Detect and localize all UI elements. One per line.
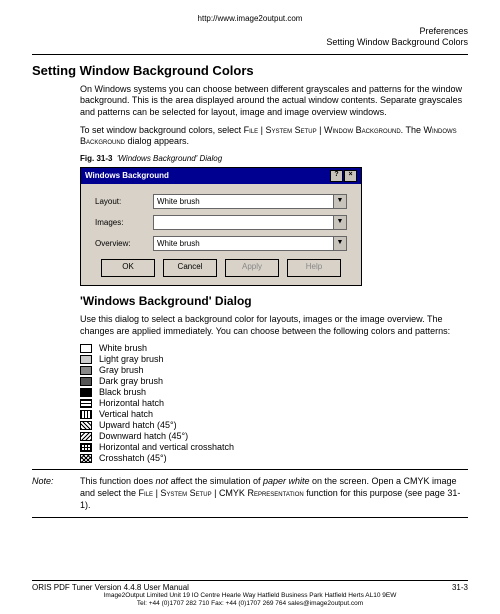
help-button[interactable]: Help [287, 259, 341, 277]
top-url: http://www.image2output.com [32, 14, 468, 23]
form-row-images: Images: ▼ [95, 215, 347, 230]
label-layout: Layout: [95, 197, 153, 206]
list-item: Horizontal and vertical crosshatch [80, 442, 468, 452]
chevron-down-icon[interactable]: ▼ [333, 216, 346, 229]
list-item: Downward hatch (45°) [80, 431, 468, 441]
dialog-heading: 'Windows Background' Dialog [80, 294, 468, 308]
swatch-icon [80, 410, 92, 419]
note-rule-top [32, 469, 468, 470]
intro-paragraph-2: To set window background colors, select … [80, 125, 468, 148]
swatch-icon [80, 344, 92, 353]
swatch-icon [80, 377, 92, 386]
combo-overview[interactable]: White brush ▼ [153, 236, 347, 251]
header-line-1: Preferences [32, 26, 468, 37]
section-heading: Setting Window Background Colors [32, 63, 468, 78]
header-rule [32, 54, 468, 55]
list-item: Crosshatch (45°) [80, 453, 468, 463]
help-titlebar-icon[interactable]: ? [330, 170, 343, 182]
note-text: This function does not affect the simula… [80, 476, 468, 511]
swatch-icon [80, 355, 92, 364]
titlebar-buttons: ? × [330, 170, 357, 182]
list-item: Light gray brush [80, 354, 468, 364]
footer-contact: Tel: +44 (0)1707 282 710 Fax: +44 (0)170… [32, 600, 468, 608]
swatch-icon [80, 443, 92, 452]
chevron-down-icon[interactable]: ▼ [333, 195, 346, 208]
swatch-list: White brush Light gray brush Gray brush … [80, 343, 468, 463]
footer-title: ORIS PDF Tuner Version 4.4.8 User Manual [32, 583, 189, 592]
note-label: Note: [32, 476, 80, 511]
cancel-button[interactable]: Cancel [163, 259, 217, 277]
document-page: http://www.image2output.com Preferences … [0, 0, 500, 614]
swatch-icon [80, 432, 92, 441]
combo-images[interactable]: ▼ [153, 215, 347, 230]
list-item: Black brush [80, 387, 468, 397]
note-block: Note: This function does not affect the … [32, 476, 468, 511]
note-rule-bottom [32, 517, 468, 518]
list-item: Upward hatch (45°) [80, 420, 468, 430]
dialog-button-row: OK Cancel Apply Help [95, 259, 347, 277]
windows-background-dialog: Windows Background ? × Layout: White bru… [80, 167, 362, 286]
figure-caption: Fig. 31-3 'Windows Background' Dialog [80, 154, 468, 163]
ok-button[interactable]: OK [101, 259, 155, 277]
list-item: Dark gray brush [80, 376, 468, 386]
page-footer: ORIS PDF Tuner Version 4.4.8 User Manual… [32, 580, 468, 608]
label-images: Images: [95, 218, 153, 227]
swatch-icon [80, 388, 92, 397]
list-item: Horizontal hatch [80, 398, 468, 408]
footer-address: Image2Output Limited Unit 19 IO Centre H… [32, 592, 468, 600]
chevron-down-icon[interactable]: ▼ [333, 237, 346, 250]
dialog-titlebar: Windows Background ? × [81, 168, 361, 184]
form-row-overview: Overview: White brush ▼ [95, 236, 347, 251]
dialog-description: Use this dialog to select a background c… [80, 314, 468, 337]
intro-paragraph-1: On Windows systems you can choose betwee… [80, 84, 468, 119]
dialog-body: Layout: White brush ▼ Images: ▼ Overview… [81, 184, 361, 285]
dialog-title: Windows Background [85, 171, 169, 180]
close-icon[interactable]: × [344, 170, 357, 182]
page-header: Preferences Setting Window Background Co… [32, 26, 468, 49]
swatch-icon [80, 454, 92, 463]
header-line-2: Setting Window Background Colors [32, 37, 468, 48]
apply-button[interactable]: Apply [225, 259, 279, 277]
combo-layout[interactable]: White brush ▼ [153, 194, 347, 209]
swatch-icon [80, 399, 92, 408]
form-row-layout: Layout: White brush ▼ [95, 194, 347, 209]
list-item: White brush [80, 343, 468, 353]
list-item: Vertical hatch [80, 409, 468, 419]
footer-page-number: 31-3 [452, 583, 468, 592]
swatch-icon [80, 366, 92, 375]
list-item: Gray brush [80, 365, 468, 375]
label-overview: Overview: [95, 239, 153, 248]
swatch-icon [80, 421, 92, 430]
